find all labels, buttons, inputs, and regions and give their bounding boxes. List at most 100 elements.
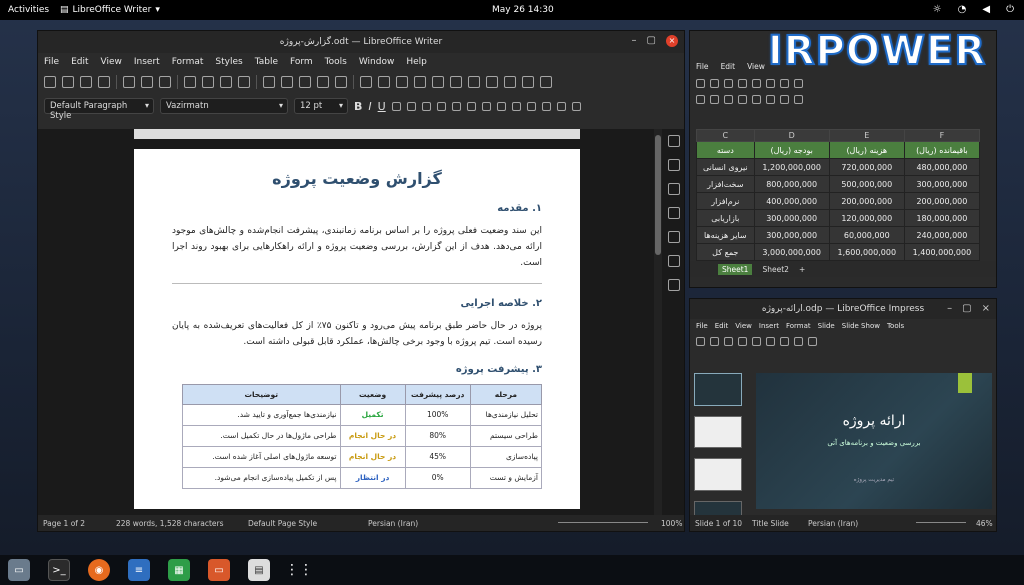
redo-icon[interactable] — [281, 76, 293, 88]
font-size-select[interactable]: 12 pt — [294, 98, 348, 114]
currency-icon[interactable] — [780, 94, 789, 104]
cell[interactable]: نیروی انسانی — [696, 158, 755, 176]
strikethrough-icon[interactable] — [391, 101, 401, 111]
writer-titlebar[interactable]: گزارش-پروژه.odt — LibreOffice Writer – ▢ × — [38, 31, 684, 53]
slide-count[interactable]: Slide 1 of 10 — [695, 519, 742, 528]
underline-icon[interactable] — [724, 94, 733, 104]
cell[interactable]: 240,000,000 — [903, 226, 981, 244]
cell[interactable]: 720,000,000 — [828, 158, 905, 176]
document-page[interactable]: گزارش وضعیت پروژه ۱. مقدمه این سند وضعیت… — [134, 149, 580, 509]
table-icon[interactable] — [794, 336, 803, 346]
line-icon[interactable] — [522, 76, 534, 88]
undo-icon[interactable] — [263, 76, 275, 88]
language[interactable]: Persian (Iran) — [808, 519, 858, 528]
files-icon[interactable]: ▭ — [8, 559, 30, 581]
page-style[interactable]: Default Page Style — [248, 519, 317, 528]
bold-icon[interactable]: B — [354, 100, 362, 113]
app-grid-icon[interactable]: ⋮⋮ — [285, 559, 313, 581]
cell[interactable]: بودجه (ریال) — [753, 141, 830, 159]
insert-image-icon[interactable] — [378, 76, 390, 88]
outdent-icon[interactable] — [541, 101, 551, 111]
design-icon[interactable] — [668, 279, 680, 291]
print-preview-icon[interactable] — [159, 76, 171, 88]
cell[interactable]: باقیمانده (ریال) — [903, 141, 981, 159]
clone-icon[interactable] — [238, 76, 250, 88]
track-changes-icon[interactable] — [504, 76, 516, 88]
slide-panel[interactable] — [694, 373, 748, 531]
insert-textbox-icon[interactable] — [414, 76, 426, 88]
col-header-d[interactable]: D — [753, 129, 830, 142]
imp-menu-slideshow[interactable]: Slide Show — [842, 322, 880, 330]
slide-thumbnail[interactable] — [694, 458, 742, 491]
cell[interactable]: 60,000,000 — [828, 226, 905, 244]
slide-canvas[interactable]: ارائه پروژه بررسی وضعیت و برنامه‌های آتی… — [756, 373, 992, 509]
rtl-icon[interactable] — [571, 101, 581, 111]
slide-subtitle[interactable]: بررسی وضعیت و برنامه‌های آتی — [756, 439, 992, 447]
slide-author[interactable]: تیم مدیریت پروژه — [756, 477, 992, 483]
terminal-icon[interactable]: >_ — [48, 559, 70, 581]
save-icon[interactable] — [724, 78, 733, 88]
col-header-e[interactable]: E — [828, 129, 905, 142]
col-header-c[interactable]: C — [696, 129, 755, 142]
app-menu[interactable]: ▤ LibreOffice Writer ▾ — [60, 5, 160, 15]
page-icon[interactable] — [668, 159, 680, 171]
cell[interactable]: 500,000,000 — [828, 175, 905, 193]
zoom-slider[interactable] — [916, 522, 966, 523]
writer-icon[interactable]: ≡ — [128, 559, 150, 581]
open-icon[interactable] — [80, 76, 92, 88]
indent-icon[interactable] — [526, 101, 536, 111]
imp-menu-insert[interactable]: Insert — [759, 322, 779, 330]
sheet-tab-2[interactable]: Sheet2 — [762, 265, 788, 274]
slide-thumbnail[interactable] — [694, 373, 742, 406]
undo-icon[interactable] — [780, 336, 789, 346]
cell[interactable]: نرم‌افزار — [696, 192, 755, 210]
menu-file[interactable]: File — [44, 57, 59, 67]
properties-icon[interactable] — [668, 135, 680, 147]
activities-button[interactable]: Activities — [8, 5, 49, 15]
col-header-f[interactable]: F — [903, 129, 981, 142]
menu-help[interactable]: Help — [406, 57, 427, 67]
formatting-marks-icon[interactable] — [335, 76, 347, 88]
cell[interactable]: سخت‌افزار — [696, 175, 755, 193]
manage-changes-icon[interactable] — [668, 255, 680, 267]
page-count[interactable]: Page 1 of 2 — [43, 519, 85, 528]
insert-table-icon[interactable] — [360, 76, 372, 88]
cell[interactable]: 800,000,000 — [753, 175, 830, 193]
paste-icon[interactable] — [220, 76, 232, 88]
font-name-select[interactable]: Vazirmatn — [160, 98, 288, 114]
print-icon[interactable] — [738, 78, 747, 88]
document-area[interactable]: گزارش وضعیت پروژه ۱. مقدمه این سند وضعیت… — [38, 129, 684, 519]
zoom-slider[interactable] — [558, 522, 648, 523]
impress-titlebar[interactable]: ارائه-پروژه.odp — LibreOffice Impress – ▢… — [690, 299, 996, 319]
minimize-icon[interactable]: – — [632, 35, 637, 47]
cell[interactable]: 1,600,000,000 — [828, 243, 905, 261]
copy-icon[interactable] — [202, 76, 214, 88]
merge-icon[interactable] — [766, 94, 775, 104]
cell[interactable]: 1,400,000,000 — [903, 243, 981, 261]
open-icon[interactable] — [710, 78, 719, 88]
italic-icon[interactable]: I — [368, 100, 371, 113]
print-icon[interactable] — [141, 76, 153, 88]
highlight-icon[interactable] — [406, 101, 416, 111]
save-icon[interactable] — [98, 76, 110, 88]
calc-menu-edit[interactable]: Edit — [721, 62, 736, 71]
menu-insert[interactable]: Insert — [134, 57, 160, 67]
horizontal-ruler[interactable] — [134, 129, 580, 139]
imp-menu-view[interactable]: View — [735, 322, 752, 330]
slide-thumbnail[interactable] — [694, 415, 742, 448]
gallery-icon[interactable] — [668, 207, 680, 219]
cut-icon[interactable] — [738, 336, 747, 346]
zoom-level[interactable]: 46% — [976, 519, 993, 528]
ltr-icon[interactable] — [556, 101, 566, 111]
cell[interactable]: 200,000,000 — [828, 192, 905, 210]
menu-tools[interactable]: Tools — [325, 57, 347, 67]
paste-icon[interactable] — [766, 336, 775, 346]
new-icon[interactable] — [44, 76, 56, 88]
bullets-icon[interactable] — [496, 101, 506, 111]
align-center-icon[interactable] — [451, 101, 461, 111]
menu-table[interactable]: Table — [255, 57, 278, 67]
spelling-icon[interactable] — [317, 76, 329, 88]
align-right-icon[interactable] — [466, 101, 476, 111]
copy-icon[interactable] — [752, 336, 761, 346]
save-icon[interactable] — [724, 336, 733, 346]
